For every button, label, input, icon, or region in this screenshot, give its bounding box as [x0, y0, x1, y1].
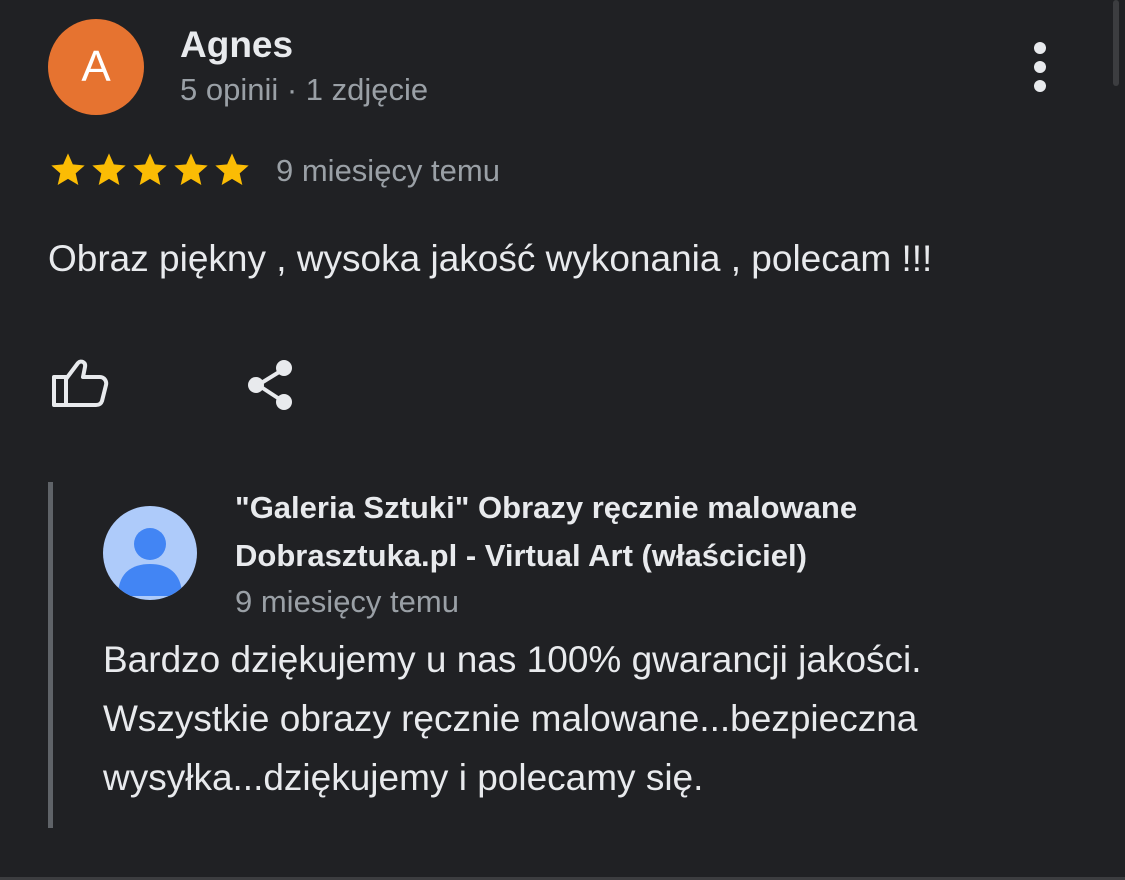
more-options-button[interactable]: [1020, 38, 1060, 96]
like-button[interactable]: [48, 355, 112, 415]
owner-text-line: Wszystkie obrazy ręcznie malowane...bezp…: [103, 698, 918, 739]
owner-response-divider: [48, 482, 53, 828]
reviewer-name[interactable]: Agnes: [180, 24, 293, 66]
owner-name-line: Dobrasztuka.pl - Virtual Art (właściciel…: [235, 538, 807, 573]
review-time: 9 miesięcy temu: [276, 153, 500, 188]
scrollbar[interactable]: [1113, 0, 1119, 86]
owner-avatar: [103, 506, 197, 600]
thumb-up-icon: [52, 359, 109, 407]
share-icon: [248, 360, 292, 410]
person-icon: [118, 528, 182, 596]
owner-response-text: Bardzo dziękujemy u nas 100% gwarancji j…: [103, 630, 1063, 807]
star-icon: [174, 153, 208, 185]
owner-name: "Galeria Sztuki" Obrazy ręcznie malowane…: [235, 484, 1055, 580]
owner-name-line: "Galeria Sztuki" Obrazy ręcznie malowane: [235, 490, 858, 525]
star-icon: [215, 153, 249, 185]
more-vert-icon: [1034, 42, 1046, 54]
more-vert-icon-dot: [1034, 61, 1046, 73]
star-icon: [133, 153, 167, 185]
star-icon: [51, 153, 85, 185]
owner-response-time: 9 miesięcy temu: [235, 584, 459, 619]
owner-text-line: wysyłka...dziękujemy i polecamy się.: [103, 757, 704, 798]
more-vert-icon-dot: [1034, 80, 1046, 92]
review-text: Obraz piękny , wysoka jakość wykonania ,…: [48, 238, 933, 279]
reviewer-meta: 5 opinii · 1 zdjęcie: [180, 72, 429, 107]
share-button[interactable]: [240, 355, 300, 415]
owner-text-line: Bardzo dziękujemy u nas 100% gwarancji j…: [103, 639, 922, 680]
star-icon: [92, 153, 126, 185]
review-card: A Agnes 5 opinii · 1 zdjęcie 9 miesięcy …: [0, 0, 1125, 880]
avatar-letter: A: [81, 42, 111, 91]
reviewer-avatar[interactable]: A: [48, 19, 144, 115]
star-rating: [48, 150, 252, 190]
